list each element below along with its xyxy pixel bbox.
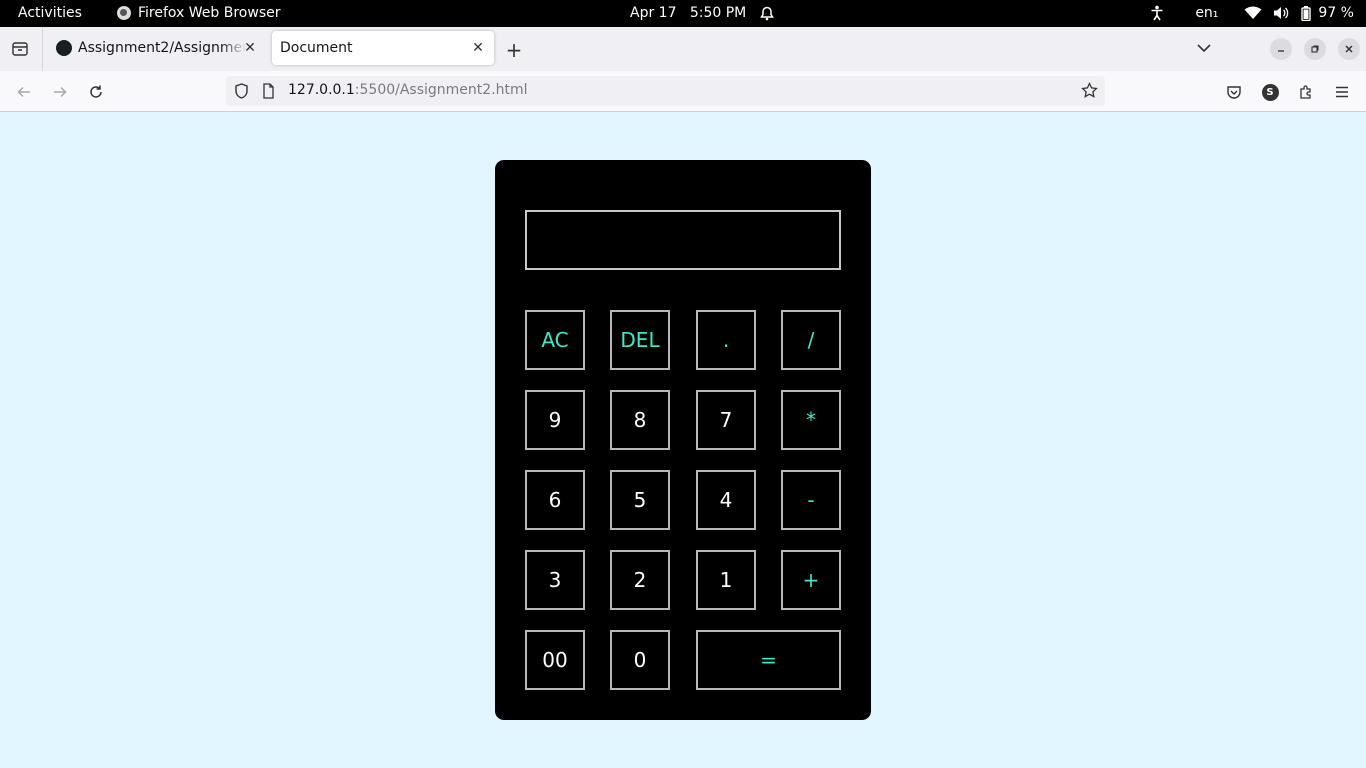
github-icon	[56, 40, 72, 56]
time-text: 5:50 PM	[689, 5, 747, 21]
system-tray[interactable]: en₁ 97 %	[1149, 4, 1354, 22]
app-name: Firefox Web Browser	[138, 5, 281, 21]
new-tab-plus-icon[interactable]: +	[504, 40, 524, 60]
accessibility-icon[interactable]	[1149, 4, 1165, 22]
system-top-bar: Activities Firefox Web Browser Apr 17 5:…	[0, 0, 1366, 27]
close-tab-icon[interactable]: ✕	[470, 40, 486, 56]
volume-icon	[1272, 4, 1290, 22]
clock[interactable]: Apr 17 5:50 PM	[630, 5, 775, 21]
key-double-zero[interactable]: 00	[525, 630, 585, 690]
key-8[interactable]: 8	[610, 390, 670, 450]
key-minus[interactable]: -	[781, 470, 841, 530]
app-menu[interactable]: Firefox Web Browser	[117, 5, 281, 21]
battery-icon	[1300, 4, 1312, 22]
reload-icon[interactable]	[86, 82, 106, 102]
close-window-icon[interactable]	[1338, 38, 1360, 60]
calculator: AC DEL . / 9 8 7 * 6 5 4 - 3 2 1 + 00 0 …	[495, 160, 871, 720]
language-indicator[interactable]: en₁	[1195, 4, 1218, 22]
url-path: :5500/Assignment2.html	[354, 82, 528, 98]
tab-github[interactable]: Assignment2/Assignment ✕	[50, 31, 266, 65]
tab-title: Document	[280, 40, 353, 56]
firefox-view-icon[interactable]	[10, 39, 30, 59]
tracking-shield-icon[interactable]	[234, 83, 249, 103]
hamburger-menu-icon[interactable]	[1332, 82, 1352, 102]
battery-percent: 97 %	[1318, 5, 1354, 21]
key-divide[interactable]: /	[781, 310, 841, 370]
key-0[interactable]: 0	[610, 630, 670, 690]
key-6[interactable]: 6	[525, 470, 585, 530]
key-5[interactable]: 5	[610, 470, 670, 530]
account-avatar[interactable]: S	[1260, 82, 1280, 102]
key-equals[interactable]: =	[696, 630, 841, 690]
minimize-icon[interactable]	[1270, 38, 1292, 60]
key-all-clear[interactable]: AC	[525, 310, 585, 370]
key-4[interactable]: 4	[696, 470, 756, 530]
restore-icon[interactable]	[1304, 38, 1326, 60]
profile-initial: S	[1261, 83, 1279, 101]
activities-button[interactable]: Activities	[18, 5, 82, 21]
wifi-icon	[1244, 4, 1262, 22]
key-delete[interactable]: DEL	[610, 310, 670, 370]
tab-document[interactable]: Document ✕	[272, 31, 494, 65]
tab-bar: Assignment2/Assignment ✕ Document ✕ +	[0, 27, 1366, 71]
key-9[interactable]: 9	[525, 390, 585, 450]
key-plus[interactable]: +	[781, 550, 841, 610]
close-tab-icon[interactable]: ✕	[242, 40, 258, 56]
key-3[interactable]: 3	[525, 550, 585, 610]
key-1[interactable]: 1	[696, 550, 756, 610]
navigation-toolbar: 127.0.0.1:5500/Assignment2.html S	[0, 71, 1366, 112]
tab-separator	[42, 27, 43, 71]
url-text[interactable]: 127.0.0.1:5500/Assignment2.html	[288, 82, 528, 98]
pocket-icon[interactable]	[1224, 82, 1244, 102]
page-info-icon[interactable]	[262, 83, 275, 103]
key-multiply[interactable]: *	[781, 390, 841, 450]
address-bar[interactable]: 127.0.0.1:5500/Assignment2.html	[226, 76, 1105, 106]
key-decimal[interactable]: .	[696, 310, 756, 370]
tab-title: Assignment2/Assignment	[78, 40, 246, 56]
key-7[interactable]: 7	[696, 390, 756, 450]
back-arrow-icon[interactable]	[14, 82, 34, 102]
list-all-tabs-chevron-icon[interactable]	[1196, 40, 1212, 60]
extensions-puzzle-icon[interactable]	[1296, 82, 1316, 102]
url-host: 127.0.0.1	[288, 82, 355, 98]
forward-arrow-icon[interactable]	[50, 82, 70, 102]
calculator-display	[525, 210, 841, 270]
notification-bell-icon	[760, 6, 775, 21]
key-2[interactable]: 2	[610, 550, 670, 610]
bookmark-star-icon[interactable]	[1081, 81, 1098, 103]
firefox-icon	[117, 6, 131, 20]
date-text: Apr 17	[630, 5, 677, 21]
clock-text: Apr 17 5:50 PM	[630, 5, 746, 21]
